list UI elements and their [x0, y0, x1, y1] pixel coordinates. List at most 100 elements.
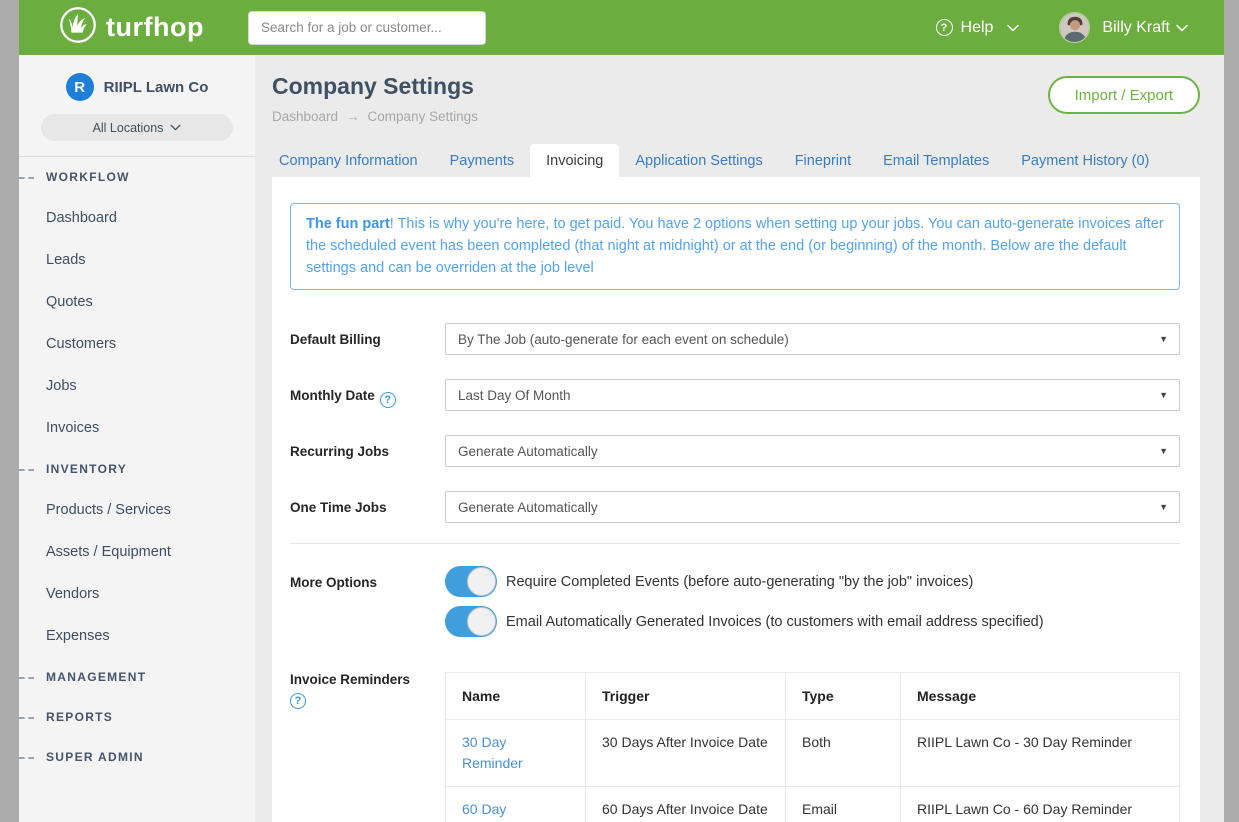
- location-selector-label: All Locations: [93, 121, 164, 135]
- sidebar-item-expenses[interactable]: Expenses: [19, 615, 255, 657]
- invoicing-panel: The fun part! This is why you're here, t…: [272, 177, 1200, 822]
- require-completed-events-label: Require Completed Events (before auto-ge…: [506, 574, 973, 590]
- brand-logo[interactable]: turfhop: [59, 6, 204, 49]
- section-dashes: [19, 717, 34, 719]
- import-export-button[interactable]: Import / Export: [1048, 76, 1200, 114]
- header-right: ? Help Billy Kraft: [936, 12, 1188, 43]
- toggle-knob: [467, 607, 496, 636]
- sidebar-item-assets-equipment[interactable]: Assets / Equipment: [19, 531, 255, 573]
- sidebar-item-customers[interactable]: Customers: [19, 323, 255, 365]
- location-selector[interactable]: All Locations: [41, 114, 233, 141]
- turfhop-grass-icon: [59, 6, 97, 49]
- reminder-60-day-trigger: 60 Days After Invoice Date: [586, 787, 786, 822]
- breadcrumb-dashboard[interactable]: Dashboard: [272, 109, 338, 124]
- help-question-icon: ?: [936, 19, 953, 36]
- dropdown-arrow-icon: ▼: [1159, 334, 1168, 344]
- sidebar-item-products-services[interactable]: Products / Services: [19, 489, 255, 531]
- sidebar-section-workflow[interactable]: WORKFLOW: [19, 157, 255, 197]
- brand-name: turfhop: [106, 12, 204, 43]
- reminder-60-day-link[interactable]: 60 Day Reminder: [446, 787, 586, 822]
- one-time-jobs-select[interactable]: Generate Automatically ▼: [445, 491, 1180, 523]
- recurring-jobs-select[interactable]: Generate Automatically ▼: [445, 435, 1180, 467]
- user-avatar[interactable]: [1059, 12, 1090, 43]
- tab-payment-history[interactable]: Payment History (0): [1005, 144, 1165, 177]
- recurring-jobs-label: Recurring Jobs: [290, 435, 445, 467]
- monthly-date-label: Monthly Date?: [290, 379, 445, 411]
- toggle-knob: [467, 567, 496, 596]
- reminder-30-day-message: RIIPL Lawn Co - 30 Day Reminder: [901, 720, 1180, 787]
- sidebar-item-invoices[interactable]: Invoices: [19, 407, 255, 449]
- more-options-row: More Options Require Completed Events (b…: [290, 566, 1180, 646]
- dropdown-arrow-icon: ▼: [1159, 390, 1168, 400]
- reminder-30-day-link[interactable]: 30 Day Reminder: [446, 720, 586, 787]
- recurring-jobs-row: Recurring Jobs Generate Automatically ▼: [290, 435, 1180, 467]
- one-time-jobs-label: One Time Jobs: [290, 491, 445, 523]
- sidebar-section-management[interactable]: MANAGEMENT: [19, 657, 255, 697]
- tab-invoicing[interactable]: Invoicing: [530, 144, 619, 177]
- email-auto-invoices-row: Email Automatically Generated Invoices (…: [445, 606, 1180, 637]
- sidebar-item-jobs[interactable]: Jobs: [19, 365, 255, 407]
- sidebar-item-vendors[interactable]: Vendors: [19, 573, 255, 615]
- email-auto-invoices-label: Email Automatically Generated Invoices (…: [506, 614, 1044, 630]
- require-completed-events-row: Require Completed Events (before auto-ge…: [445, 566, 1180, 597]
- column-header-type: Type: [786, 673, 901, 720]
- invoice-reminders-help-icon[interactable]: ?: [290, 693, 306, 709]
- more-options-label: More Options: [290, 566, 445, 646]
- sidebar-section-super-admin[interactable]: SUPER ADMIN: [19, 737, 255, 777]
- invoice-reminders-section: Invoice Reminders ? Name Trigger Type Me…: [290, 672, 1180, 822]
- section-divider: [290, 543, 1180, 544]
- reminder-30-day-type: Both: [786, 720, 901, 787]
- column-header-name: Name: [446, 673, 586, 720]
- section-dashes: [19, 177, 34, 179]
- breadcrumb-current: Company Settings: [368, 109, 478, 124]
- info-text: ! This is why you're here, to get paid. …: [306, 216, 1164, 276]
- sidebar-section-reports[interactable]: REPORTS: [19, 697, 255, 737]
- user-name[interactable]: Billy Kraft: [1102, 19, 1170, 37]
- sidebar-section-inventory[interactable]: INVENTORY: [19, 449, 255, 489]
- sidebar-item-leads[interactable]: Leads: [19, 239, 255, 281]
- help-menu[interactable]: ? Help: [936, 19, 1020, 37]
- top-header: turfhop ? Help Billy Kraft: [19, 0, 1224, 55]
- invoice-reminders-label: Invoice Reminders: [290, 672, 445, 687]
- table-row: 60 Day Reminder 60 Days After Invoice Da…: [446, 787, 1180, 822]
- table-row: 30 Day Reminder 30 Days After Invoice Da…: [446, 720, 1180, 787]
- sidebar-item-quotes[interactable]: Quotes: [19, 281, 255, 323]
- reminder-60-day-type: Email: [786, 787, 901, 822]
- default-billing-row: Default Billing By The Job (auto-generat…: [290, 323, 1180, 355]
- section-dashes: [19, 469, 34, 471]
- chevron-down-icon[interactable]: [1176, 24, 1188, 32]
- company-name: RIIPL Lawn Co: [104, 79, 209, 96]
- search-input[interactable]: [248, 11, 486, 45]
- main-content: Company Settings Dashboard → Company Set…: [255, 55, 1224, 822]
- breadcrumb-arrow-icon: →: [346, 109, 360, 124]
- tab-application-settings[interactable]: Application Settings: [619, 144, 778, 177]
- company-logo: R: [66, 73, 94, 101]
- info-callout: The fun part! This is why you're here, t…: [290, 203, 1180, 290]
- sidebar-item-dashboard[interactable]: Dashboard: [19, 197, 255, 239]
- section-dashes: [19, 677, 34, 679]
- chevron-down-icon: [1007, 24, 1019, 32]
- email-auto-invoices-toggle[interactable]: [445, 606, 497, 637]
- tab-payments[interactable]: Payments: [434, 144, 530, 177]
- sidebar: R RIIPL Lawn Co All Locations WORKFLOW D…: [19, 55, 255, 822]
- table-header-row: Name Trigger Type Message: [446, 673, 1180, 720]
- info-lead: The fun part: [306, 216, 390, 232]
- help-label: Help: [961, 19, 994, 37]
- company-switcher[interactable]: R RIIPL Lawn Co: [19, 55, 255, 101]
- tab-email-templates[interactable]: Email Templates: [867, 144, 1005, 177]
- default-billing-select[interactable]: By The Job (auto-generate for each event…: [445, 323, 1180, 355]
- reminder-60-day-message: RIIPL Lawn Co - 60 Day Reminder: [901, 787, 1180, 822]
- monthly-date-help-icon[interactable]: ?: [380, 392, 396, 408]
- settings-tabs: Company Information Payments Invoicing A…: [263, 144, 1224, 177]
- tab-fineprint[interactable]: Fineprint: [779, 144, 867, 177]
- column-header-message: Message: [901, 673, 1180, 720]
- reminder-30-day-trigger: 30 Days After Invoice Date: [586, 720, 786, 787]
- monthly-date-row: Monthly Date? Last Day Of Month ▼: [290, 379, 1180, 411]
- one-time-jobs-row: One Time Jobs Generate Automatically ▼: [290, 491, 1180, 523]
- column-header-trigger: Trigger: [586, 673, 786, 720]
- require-completed-events-toggle[interactable]: [445, 566, 497, 597]
- app-window: turfhop ? Help Billy Kraft: [19, 0, 1224, 822]
- tab-company-information[interactable]: Company Information: [263, 144, 434, 177]
- monthly-date-select[interactable]: Last Day Of Month ▼: [445, 379, 1180, 411]
- chevron-down-icon: [170, 124, 181, 131]
